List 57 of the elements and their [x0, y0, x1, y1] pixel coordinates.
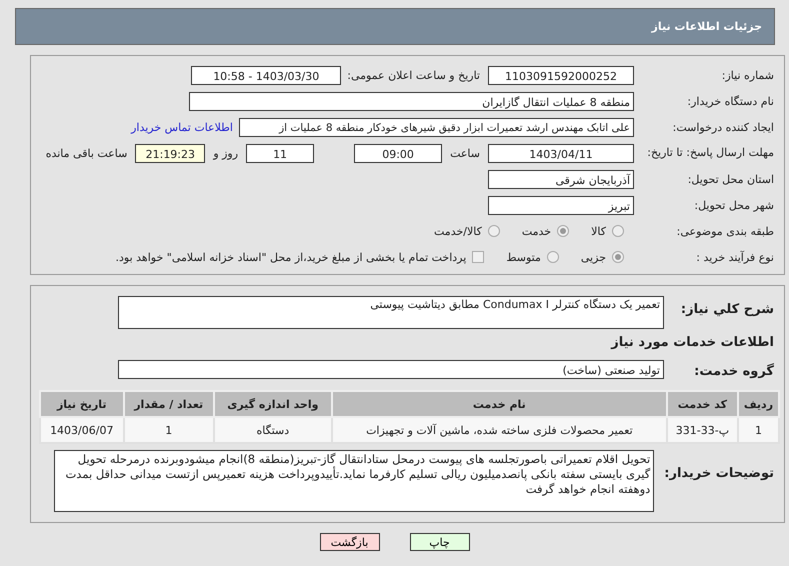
page-title: جزئیات اطلاعات نیاز: [652, 20, 762, 33]
days-field: 11: [246, 144, 314, 162]
field-label: گروه خدمت:: [693, 362, 775, 379]
field-label: مهلت ارسال پاسخ: تا تاریخ:: [646, 146, 775, 160]
field-label: شماره نیاز:: [720, 68, 775, 82]
table-cell: دستگاه: [214, 417, 332, 443]
city-field: تبریز: [488, 196, 634, 214]
option-label: متوسط: [506, 250, 541, 264]
field-label: تاریخ و ساعت اعلان عمومی:: [347, 68, 480, 82]
buyer-org-field: منطقه 8 عملیات انتقال گازایران: [189, 92, 634, 110]
option-label: کالا/خدمت: [434, 224, 482, 238]
column-header: کد خدمت: [666, 391, 738, 417]
field-label: شرح کلي نياز:: [680, 301, 775, 317]
notes-textarea[interactable]: تحویل اقلام تعمیراتی باصورتجلسه های پیوست درمحل ستادانتقال گاز-تبریز(منطقه 8)انجام میشودوبرنده درمرحله تحویل گیری بایستی سفته بانکی پانصدمیلیون ریالی تسلیم کارفرما نماید.تأییدوپرداخت هزینه تعمیرپس ازتست میدانی حداقل بمدت دوهفته انجام خواهد گرفت: [54, 450, 654, 512]
province-field: آذربایجان شرقی: [488, 170, 634, 188]
field-label: شهر محل تحویل:: [693, 198, 775, 212]
back-button[interactable]: بازگشت: [320, 533, 380, 551]
field-label: روز و: [213, 146, 238, 160]
checkbox[interactable]: [472, 251, 484, 263]
option-label: خدمت: [522, 224, 552, 238]
field-label: ایجاد کننده درخواست:: [672, 120, 775, 134]
table-cell: 1403/06/07: [40, 417, 124, 443]
checkbox-label: پرداخت تمام یا بخشی از مبلغ خرید،از محل "اسناد خزانه اسلامی" خواهد بود.: [116, 250, 466, 264]
field-label: نام دستگاه خریدار:: [686, 94, 775, 108]
field-label: طبقه بندی موضوعی:: [676, 224, 775, 238]
field-label: استان محل تحویل:: [686, 172, 775, 186]
summary-textarea[interactable]: تعمیر یک دستگاه کنترلر Condumax I مطابق دیتاشیت پیوستی: [118, 296, 664, 329]
radio-button[interactable]: [612, 251, 624, 263]
deadline-time-field: 09:00: [354, 144, 442, 162]
field-label: ساعت: [450, 146, 480, 160]
announce-date-field: 1403/03/30 - 10:58: [191, 66, 342, 84]
table-cell: پ-33-331: [666, 417, 738, 443]
column-header: نام خدمت: [332, 391, 667, 417]
column-header: تعداد / مقدار: [124, 391, 214, 417]
section-heading: اطلاعات خدمات مورد نیاز: [610, 334, 775, 352]
remaining-time-field: 21:19:23: [135, 144, 206, 162]
radio-button[interactable]: [546, 251, 559, 263]
option-label: کالا: [591, 224, 606, 238]
column-header: واحد اندازه گیری: [214, 391, 332, 417]
print-button[interactable]: چاپ: [410, 533, 470, 551]
field-label: توضیحات خریدار:: [664, 465, 775, 481]
table-cell: تعمیر محصولات فلزی ساخته شده، ماشین آلات و تجهیزات: [332, 417, 667, 443]
table-cell: 1: [738, 417, 779, 443]
buyer-contact-link[interactable]: اطلاعات تماس خریدار: [131, 120, 233, 134]
deadline-date-field: 1403/04/11: [488, 144, 634, 162]
option-label: جزیی: [580, 250, 606, 264]
service-group-field: تولید صنعتی (ساخت): [118, 360, 664, 379]
radio-button[interactable]: [557, 225, 570, 237]
column-header: تاریخ نیاز: [40, 391, 124, 417]
radio-button[interactable]: [612, 225, 624, 237]
requester-field: علی اتابک مهندس ارشد تعمیرات ابزار دقیق شیرهای خودکار منطقه 8 عملیات از: [239, 118, 634, 136]
radio-button[interactable]: [488, 225, 500, 237]
need-number-field: 1103091592000252: [488, 66, 634, 84]
field-label: ساعت باقی مانده: [46, 146, 128, 160]
field-label: نوع فرآیند خرید :: [695, 250, 775, 264]
column-header: ردیف: [738, 391, 779, 417]
table-cell: 1: [124, 417, 214, 443]
